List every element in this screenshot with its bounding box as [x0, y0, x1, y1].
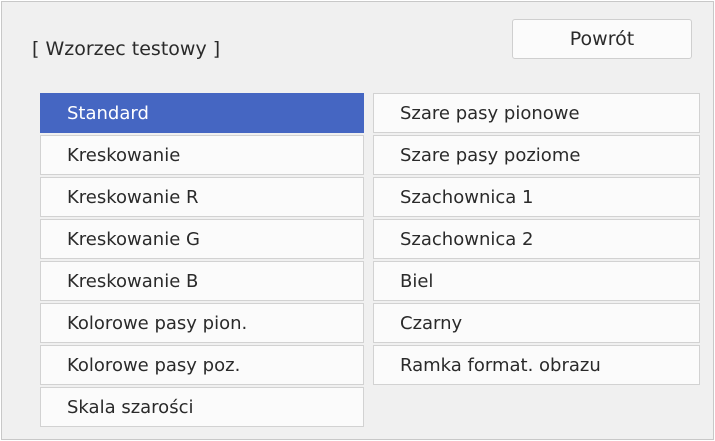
pattern-item-crosshatch-g[interactable]: Kreskowanie G [40, 219, 364, 259]
pattern-item-crosshatch-b[interactable]: Kreskowanie B [40, 261, 364, 301]
pattern-item-grayscale[interactable]: Skala szarości [40, 387, 364, 427]
pattern-item-crosshatch-r[interactable]: Kreskowanie R [40, 177, 364, 217]
page-title: [ Wzorzec testowy ] [32, 38, 221, 60]
pattern-list-right: Szare pasy pionowe Szare pasy poziome Sz… [373, 93, 700, 385]
return-button[interactable]: Powrót [512, 19, 692, 59]
pattern-item-aspect-frame[interactable]: Ramka format. obrazu [373, 345, 700, 385]
pattern-item-crosshatch[interactable]: Kreskowanie [40, 135, 364, 175]
pattern-item-white[interactable]: Biel [373, 261, 700, 301]
pattern-item-checkerboard-1[interactable]: Szachownica 1 [373, 177, 700, 217]
pattern-item-checkerboard-2[interactable]: Szachownica 2 [373, 219, 700, 259]
pattern-item-color-bars-horizontal[interactable]: Kolorowe pasy poz. [40, 345, 364, 385]
pattern-item-gray-bars-vertical[interactable]: Szare pasy pionowe [373, 93, 700, 133]
pattern-item-black[interactable]: Czarny [373, 303, 700, 343]
pattern-item-gray-bars-horizontal[interactable]: Szare pasy poziome [373, 135, 700, 175]
pattern-list-left: Standard Kreskowanie Kreskowanie R Kresk… [40, 93, 364, 427]
pattern-item-standard[interactable]: Standard [40, 93, 364, 133]
pattern-item-color-bars-vertical[interactable]: Kolorowe pasy pion. [40, 303, 364, 343]
test-pattern-panel: [ Wzorzec testowy ] Powrót Standard Kres… [1, 1, 714, 440]
